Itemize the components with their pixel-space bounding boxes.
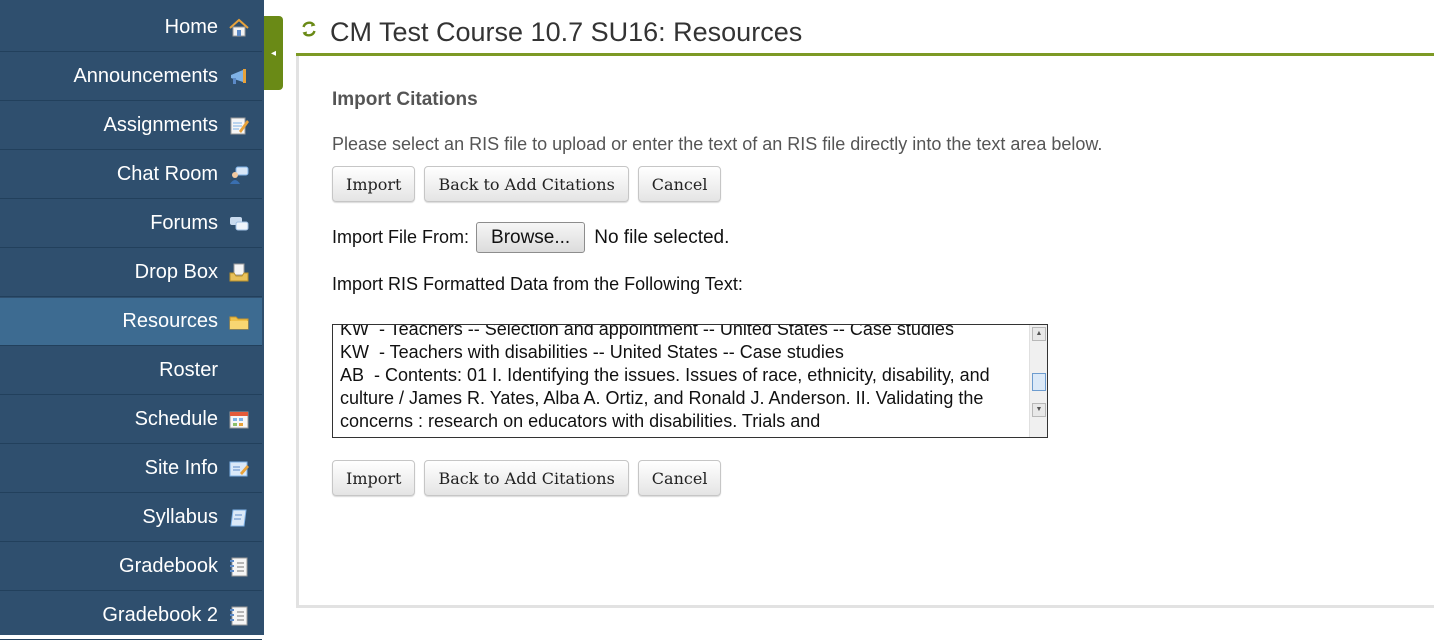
sidebar-item-label: Chat Room (116, 163, 218, 185)
folder-icon (228, 311, 250, 333)
sidebar-item-gradebook-2[interactable]: Gradebook 2 (0, 592, 262, 640)
sidebar-item-syllabus[interactable]: Syllabus (0, 494, 262, 542)
import-file-row: Import File From: Browse... No file sele… (332, 222, 729, 253)
scroll-down-arrow-icon[interactable]: ▼ (1032, 403, 1046, 417)
ris-textarea[interactable]: KW - Teachers -- Selection and appointme… (332, 324, 1048, 438)
cancel-button[interactable]: Cancel (637, 460, 722, 496)
refresh-icon[interactable] (300, 20, 318, 38)
browse-button[interactable]: Browse... (476, 222, 586, 253)
sidebar-item-gradebook[interactable]: Gradebook (0, 543, 262, 591)
import-button[interactable]: Import (332, 460, 416, 496)
sidebar-item-label: Assignments (103, 114, 219, 136)
calendar-icon (228, 409, 250, 431)
sidebar-item-resources[interactable]: Resources (0, 298, 262, 346)
ris-text-content: KW - Teachers -- Selection and appointme… (340, 324, 990, 431)
scroll-thumb[interactable] (1032, 373, 1046, 391)
bottom-button-row: Import Back to Add Citations Cancel (332, 460, 722, 496)
sidebar-item-announcements[interactable]: Announcements (0, 53, 262, 101)
section-heading: Import Citations (332, 89, 478, 110)
chat-room-icon (228, 164, 250, 186)
sidebar-item-label: Drop Box (134, 261, 218, 283)
sidebar-item-label: Home (164, 16, 218, 38)
sidebar-item-assignments[interactable]: Assignments (0, 102, 262, 150)
sidebar-item-label: Syllabus (142, 506, 218, 528)
sidebar-item-roster[interactable]: Roster (0, 347, 262, 395)
textarea-scrollbar[interactable]: ▲ ▼ (1029, 325, 1047, 437)
gradebook-icon (228, 605, 250, 627)
gradebook-icon (228, 556, 250, 578)
site-info-icon (228, 458, 250, 480)
cancel-button[interactable]: Cancel (637, 166, 722, 202)
syllabus-icon (228, 507, 250, 529)
collapse-sidebar-toggle[interactable]: ◂ (264, 16, 283, 90)
top-button-row: Import Back to Add Citations Cancel (332, 166, 722, 202)
import-button[interactable]: Import (332, 166, 416, 202)
import-file-label: Import File From: (332, 227, 470, 247)
announcements-icon (228, 66, 250, 88)
sidebar-item-label: Roster (159, 359, 218, 381)
ris-text-label: Import RIS Formatted Data from the Follo… (332, 274, 743, 294)
sidebar-item-label: Gradebook 2 (102, 604, 218, 626)
page-header: CM Test Course 10.7 SU16: Resources (296, 0, 1434, 56)
chevron-left-icon: ◂ (270, 47, 277, 59)
drop-box-icon (228, 262, 250, 284)
sidebar-item-schedule[interactable]: Schedule (0, 396, 262, 444)
file-status: No file selected. (594, 226, 730, 248)
sidebar-item-chat-room[interactable]: Chat Room (0, 151, 262, 199)
sidebar-item-label: Site Info (144, 457, 218, 479)
forums-icon (228, 213, 250, 235)
assignments-icon (228, 115, 250, 137)
sidebar-item-forums[interactable]: Forums (0, 200, 262, 248)
scroll-up-arrow-icon[interactable]: ▲ (1032, 327, 1046, 341)
site-nav-sidebar: Home Announcements Assignments Chat Room For… (0, 0, 264, 640)
home-icon (228, 17, 250, 39)
back-to-add-citations-button[interactable]: Back to Add Citations (424, 166, 629, 202)
import-citations-panel: Import Citations Please select an RIS fi… (296, 56, 1434, 608)
sidebar-item-label: Announcements (73, 65, 218, 87)
sidebar-item-label: Forums (150, 212, 218, 234)
sidebar-item-home[interactable]: Home (0, 4, 262, 52)
page-title: CM Test Course 10.7 SU16: Resources (330, 17, 803, 47)
sidebar-item-site-info[interactable]: Site Info (0, 445, 262, 493)
back-to-add-citations-button[interactable]: Back to Add Citations (424, 460, 629, 496)
sidebar-item-drop-box[interactable]: Drop Box (0, 249, 262, 297)
blank-icon (228, 360, 250, 382)
sidebar-item-label: Resources (122, 310, 218, 332)
instructions-text: Please select an RIS file to upload or e… (332, 134, 1103, 154)
sidebar-item-label: Schedule (134, 408, 218, 430)
sidebar-item-label: Gradebook (119, 555, 218, 577)
